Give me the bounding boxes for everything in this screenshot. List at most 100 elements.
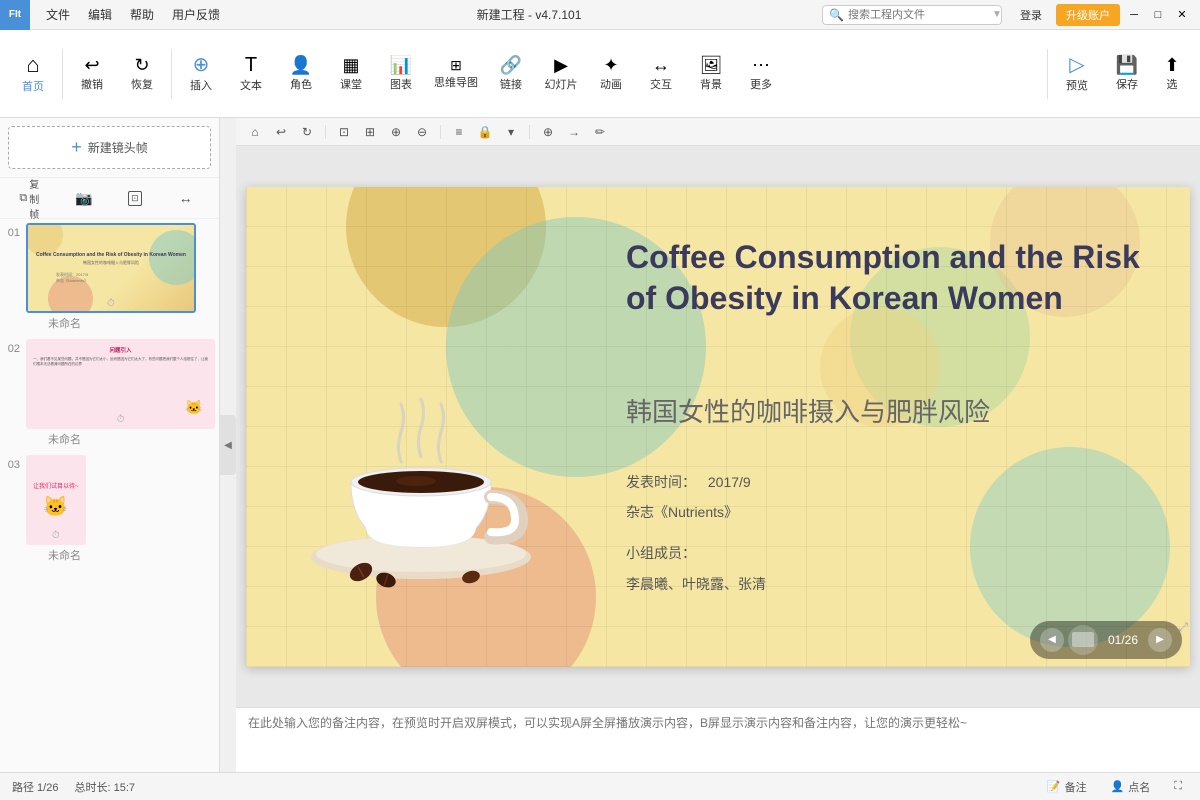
pointer-button[interactable]: 👤 点名 bbox=[1105, 777, 1157, 797]
canvas-back-btn[interactable]: ↩ bbox=[270, 121, 292, 143]
canvas-fit-btn[interactable]: ⊡ bbox=[333, 121, 355, 143]
slide-title-cn: 韩国女性的咖啡摄入与肥胖风险 bbox=[626, 392, 990, 429]
upgrade-button[interactable]: 升级账户 bbox=[1056, 4, 1120, 26]
slide-name-2: 未命名 bbox=[26, 431, 215, 447]
notes-input[interactable] bbox=[248, 714, 1188, 766]
canvas-zoom-in-btn[interactable]: ⊕ bbox=[385, 121, 407, 143]
canvas-forward-btn[interactable]: ↻ bbox=[296, 121, 318, 143]
add-frame-button[interactable]: + 新建镜头帧 bbox=[8, 126, 211, 169]
slide-name-1: 未命名 bbox=[26, 315, 196, 331]
toolbar-home-label: 首页 bbox=[22, 78, 44, 94]
minimize-button[interactable]: ─ bbox=[1124, 5, 1144, 25]
search-input[interactable] bbox=[848, 9, 988, 21]
toolbar-redo-label: 恢复 bbox=[131, 76, 153, 92]
camera-button[interactable]: 📷 bbox=[70, 184, 98, 212]
toolbar-separator-2 bbox=[171, 49, 172, 99]
toolbar-save[interactable]: 💾 保存 bbox=[1102, 52, 1152, 96]
sidebar-collapse-button[interactable]: ◀ bbox=[220, 415, 236, 475]
toolbar-insert[interactable]: ⊕ 插入 bbox=[176, 51, 226, 97]
copy-frame-button[interactable]: ⧉ 复制帧 bbox=[19, 184, 47, 212]
slide-thumbnail-1[interactable]: Coffee Consumption and the Risk of Obesi… bbox=[26, 223, 196, 313]
toolbar-preview[interactable]: ▷ 预览 bbox=[1052, 51, 1102, 97]
toolbar-more[interactable]: ⋯ 更多 bbox=[736, 52, 786, 96]
expand-button[interactable]: ↔ bbox=[172, 184, 200, 212]
maximize-button[interactable]: □ bbox=[1148, 5, 1168, 25]
canvas-align-btn[interactable]: ≡ bbox=[448, 121, 470, 143]
pointer-label: 点名 bbox=[1128, 779, 1150, 795]
slide-page-info: 01/26 bbox=[1102, 633, 1144, 647]
toolbar-preview-label: 预览 bbox=[1066, 77, 1088, 93]
main-toolbar: ⌂ 首页 ↩ 撤销 ↻ 恢复 ⊕ 插入 T 文本 👤 角色 ▦ 课堂 📊 图表 … bbox=[0, 30, 1200, 118]
slide-item-3[interactable]: 03 让我们试目以待~ 🐱 ⏱ 未命名 bbox=[4, 455, 215, 563]
toolbar-animation[interactable]: ✦ 动画 bbox=[586, 52, 636, 96]
toolbar-slides[interactable]: ▶ 幻灯片 bbox=[536, 52, 586, 96]
window-controls: 登录 升级账户 ─ □ ✕ bbox=[1002, 4, 1200, 26]
canvas-grid-btn[interactable]: ⊞ bbox=[359, 121, 381, 143]
camera-icon: 📷 bbox=[75, 190, 92, 207]
grid-view-button[interactable]: ⊡ bbox=[121, 184, 149, 212]
canvas-lock-btn[interactable]: 🔒 bbox=[474, 121, 496, 143]
toolbar-interact[interactable]: ↔ 交互 bbox=[636, 52, 686, 96]
background-icon: 🖼 bbox=[700, 56, 723, 74]
toolbar-text-label: 文本 bbox=[240, 77, 262, 93]
toolbar-separator-3 bbox=[1047, 49, 1048, 99]
toolbar-insert-label: 插入 bbox=[190, 77, 212, 93]
toolbar-export[interactable]: ⬆ 选 bbox=[1152, 52, 1192, 96]
canvas-link-btn[interactable]: → bbox=[563, 121, 585, 143]
toolbar-link[interactable]: 🔗 链接 bbox=[486, 52, 536, 96]
toolbar-mindmap[interactable]: ⊞ 思维导图 bbox=[426, 54, 486, 94]
slide-thumbnail-2[interactable]: 问题引入 一、我们看不见某些问题，并不是因为它们太小，反而是因为它们太大了。有些… bbox=[26, 339, 215, 429]
toolbar-separator bbox=[62, 49, 63, 99]
link-icon: 🔗 bbox=[500, 56, 522, 74]
notes-area bbox=[236, 707, 1200, 772]
search-dropdown-icon[interactable]: ▼ bbox=[992, 9, 1002, 20]
app-icon: FIt bbox=[0, 0, 30, 30]
slide-prev-button[interactable]: ◀ bbox=[1040, 628, 1064, 652]
slide-canvas[interactable]: Coffee Consumption and the Risk of Obesi… bbox=[246, 187, 1190, 667]
menu-file[interactable]: 文件 bbox=[38, 2, 78, 27]
menu-feedback[interactable]: 用户反馈 bbox=[164, 2, 228, 27]
slide-thumbnail-3[interactable]: 让我们试目以待~ 🐱 ⏱ bbox=[26, 455, 86, 545]
canvas-edit-btn[interactable]: ✏ bbox=[589, 121, 611, 143]
canvas-home-btn[interactable]: ⌂ bbox=[244, 121, 266, 143]
notes-button[interactable]: 📝 备注 bbox=[1041, 777, 1093, 797]
canvas-image-btn[interactable]: ▾ bbox=[500, 121, 522, 143]
toolbar-background[interactable]: 🖼 背景 bbox=[686, 52, 736, 96]
character-icon: 👤 bbox=[290, 56, 312, 74]
canvas-wrapper[interactable]: Coffee Consumption and the Risk of Obesi… bbox=[236, 146, 1200, 707]
animation-icon: ✦ bbox=[603, 56, 618, 74]
time-icon-2: ⏱ bbox=[117, 414, 125, 425]
fullscreen-button[interactable]: ⛶ bbox=[1168, 778, 1188, 795]
toolbar-text[interactable]: T 文本 bbox=[226, 51, 276, 97]
slide-item-1[interactable]: 01 Coffee Consumption and the Risk of Ob… bbox=[4, 223, 215, 331]
canvas-add-btn[interactable]: ⊕ bbox=[537, 121, 559, 143]
slides-list: 01 Coffee Consumption and the Risk of Ob… bbox=[0, 219, 219, 772]
collapse-arrow-icon: ◀ bbox=[224, 440, 232, 451]
slide-navigation: ◀ 01/26 ▶ bbox=[1030, 621, 1182, 659]
slide-next-button[interactable]: ▶ bbox=[1148, 628, 1172, 652]
toolbar-classroom[interactable]: ▦ 课堂 bbox=[326, 52, 376, 96]
slide-info: 发表时间： 2017/9 杂志《Nutrients》 小组成员： 李晨曦、叶晓露… bbox=[626, 467, 766, 600]
coffee-cup-image bbox=[271, 362, 571, 602]
slide-item-2[interactable]: 02 问题引入 一、我们看不见某些问题，并不是因为它们太小，反而是因为它们太大了… bbox=[4, 339, 215, 447]
export-icon: ⬆ bbox=[1164, 56, 1179, 74]
login-button[interactable]: 登录 bbox=[1010, 4, 1052, 26]
toolbar-redo[interactable]: ↻ 恢复 bbox=[117, 52, 167, 96]
toolbar-home[interactable]: ⌂ 首页 bbox=[8, 50, 58, 98]
toolbar-slides-label: 幻灯片 bbox=[545, 76, 578, 92]
toolbar-chart[interactable]: 📊 图表 bbox=[376, 52, 426, 96]
canvas-toolbar: ⌂ ↩ ↻ ⊡ ⊞ ⊕ ⊖ ≡ 🔒 ▾ ⊕ → ✏ bbox=[236, 118, 1200, 146]
toolbar-undo[interactable]: ↩ 撤销 bbox=[67, 52, 117, 96]
mindmap-icon: ⊞ bbox=[450, 58, 462, 72]
undo-icon: ↩ bbox=[84, 56, 99, 74]
canvas-zoom-out-btn[interactable]: ⊖ bbox=[411, 121, 433, 143]
menu-help[interactable]: 帮助 bbox=[122, 2, 162, 27]
close-button[interactable]: ✕ bbox=[1172, 5, 1192, 25]
menu-edit[interactable]: 编辑 bbox=[80, 2, 120, 27]
toolbar-character[interactable]: 👤 角色 bbox=[276, 52, 326, 96]
notes-expand-button[interactable]: ⤢ bbox=[1178, 620, 1188, 635]
menu-bar: 文件 编辑 帮助 用户反馈 bbox=[30, 2, 236, 27]
search-box[interactable]: 🔍 ▼ bbox=[822, 5, 1002, 25]
slide-thumbnail-small bbox=[1068, 625, 1098, 655]
toolbar-more-label: 更多 bbox=[750, 76, 772, 92]
